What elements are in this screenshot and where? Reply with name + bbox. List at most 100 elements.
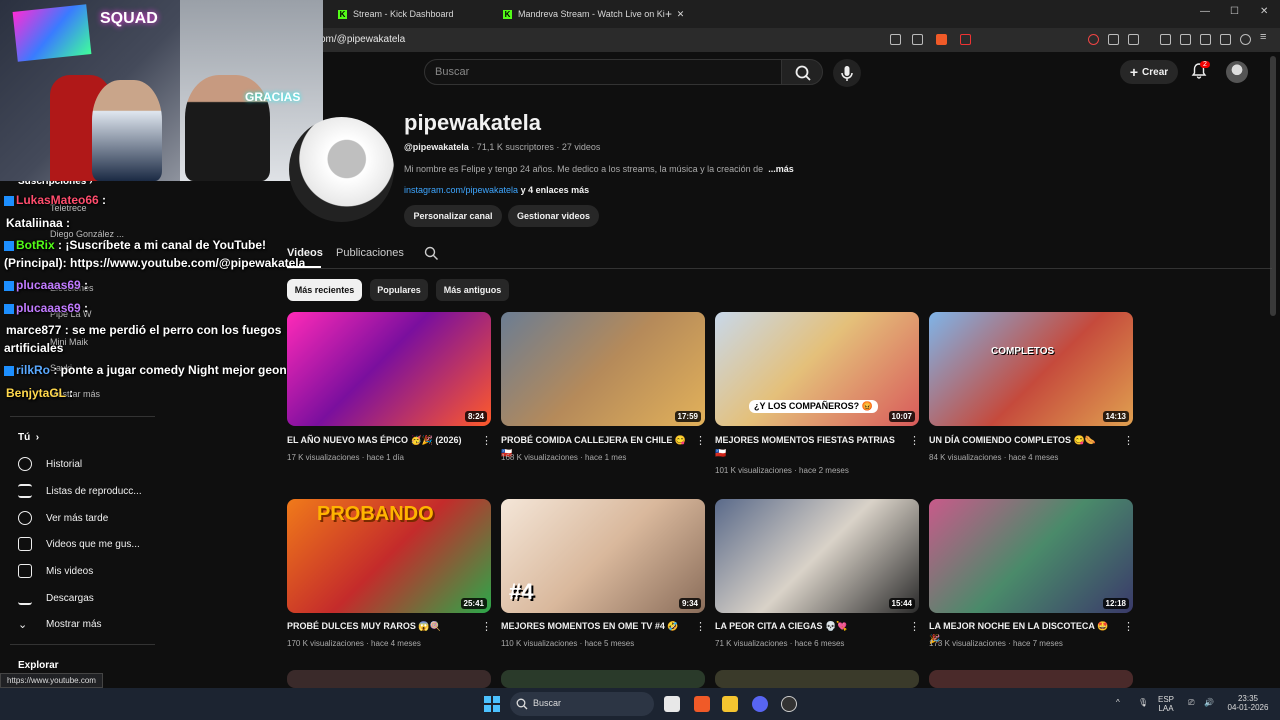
video-meta: 17 K visualizaciones · hace 1 día [287, 453, 404, 462]
divider [10, 644, 155, 645]
tray-chevron-icon[interactable]: ^ [1116, 698, 1120, 707]
tab-kick-dashboard[interactable]: K Stream - Kick Dashboard [338, 4, 454, 24]
tab-label: Stream - Kick Dashboard [353, 9, 454, 19]
leo-icon[interactable] [1220, 34, 1231, 45]
sidebar-item-history[interactable]: Historial [18, 454, 82, 474]
vpn-icon[interactable] [1240, 34, 1251, 45]
share-icon[interactable] [912, 34, 923, 45]
discord-icon[interactable] [752, 696, 768, 712]
video-thumbnail[interactable]: 17:59 [501, 312, 705, 426]
thumbnail-caption: ¿Y LOS COMPAÑEROS? 😡 [749, 400, 878, 413]
maximize-button[interactable]: ☐ [1230, 6, 1239, 17]
search-input[interactable]: Buscar [424, 59, 782, 85]
video-thumbnail[interactable] [715, 670, 919, 688]
channel-avatar[interactable] [289, 117, 394, 222]
account-avatar[interactable] [1226, 61, 1248, 83]
voice-search-button[interactable] [833, 59, 861, 87]
sidebar-item-watch-later[interactable]: Ver más tarde [18, 508, 108, 528]
brave-browser-icon[interactable] [694, 696, 710, 712]
video-title[interactable]: MEJORES MOMENTOS EN OME TV #4 🤣 [501, 620, 687, 633]
customize-channel-button[interactable]: Personalizar canal [404, 205, 502, 227]
task-view-icon[interactable] [664, 696, 680, 712]
video-thumbnail[interactable]: PROBANDO 25:41 [287, 499, 491, 613]
search-button[interactable] [781, 59, 823, 85]
cast-icon[interactable] [890, 34, 901, 45]
channel-links[interactable]: instagram.com/pipewakatela y 4 enlaces m… [404, 185, 589, 195]
video-title[interactable]: PROBÉ DULCES MUY RAROS 😱🍭 [287, 620, 473, 633]
chat-message: LukasMateo66 : [4, 193, 106, 207]
create-button[interactable]: + Crear [1120, 60, 1178, 84]
chat-message: artificiales [4, 341, 64, 355]
you-header[interactable]: Tú › [18, 432, 39, 443]
sidebar-item-playlists[interactable]: Listas de reproducc... [18, 481, 142, 501]
video-thumbnail[interactable]: 12:18 [929, 499, 1133, 613]
close-window-button[interactable]: ✕ [1260, 6, 1268, 17]
file-explorer-icon[interactable] [722, 696, 738, 712]
video-thumbnail[interactable]: 15:44 [715, 499, 919, 613]
sidebar-item-show-more[interactable]: ⌄ Mostrar más [18, 614, 102, 634]
windows-start-icon[interactable] [484, 696, 500, 712]
brave-rewards-icon[interactable] [960, 34, 971, 45]
more-vert-icon[interactable]: ⋮ [1123, 434, 1134, 447]
more-vert-icon[interactable]: ⋮ [481, 620, 492, 633]
sidebar-item-liked-videos[interactable]: Videos que me gus... [18, 534, 140, 554]
more-vert-icon[interactable]: ⋮ [695, 434, 706, 447]
menu-icon[interactable]: ≡ [1260, 31, 1271, 43]
chat-message: BenjytaGL : [6, 386, 74, 400]
language-indicator[interactable]: ESP LAA [1158, 695, 1174, 713]
video-thumbnail[interactable] [287, 670, 491, 688]
mic-tray-icon[interactable]: 🎙 [1138, 698, 1148, 707]
manage-videos-button[interactable]: Gestionar videos [508, 205, 599, 227]
network-icon[interactable]: ⎚ [1188, 698, 1194, 708]
sidebar-icon[interactable] [1180, 34, 1191, 45]
more-vert-icon[interactable]: ⋮ [481, 434, 492, 447]
clock[interactable]: 23:35 04-01-2026 [1226, 694, 1270, 712]
brave-shield-icon[interactable] [936, 34, 947, 45]
chat-message: Kataliinaa : [6, 216, 71, 230]
video-thumbnail[interactable]: 8:24 [287, 312, 491, 426]
badge-icon [4, 365, 14, 376]
more-vert-icon[interactable]: ⋮ [1123, 620, 1134, 633]
video-title[interactable]: MEJORES MOMENTOS FIESTAS PATRIAS 🇨🇱 [715, 434, 895, 460]
taskbar-search[interactable]: Buscar [510, 692, 654, 716]
video-thumbnail[interactable] [501, 670, 705, 688]
tab-mandreva-stream[interactable]: K Mandreva Stream - Watch Live on Ki ✕ [503, 4, 684, 24]
media-icon[interactable] [1160, 34, 1171, 45]
url-field[interactable]: om/@pipewakatela [320, 34, 405, 45]
close-tab-icon[interactable]: ✕ [677, 9, 685, 20]
webcam-overlay: SQUAD GRACIAS [0, 0, 323, 181]
channel-description[interactable]: Mi nombre es Felipe y tengo 24 años. Me … [404, 164, 794, 174]
video-title[interactable]: UN DÍA COMIENDO COMPLETOS 😋🌭 [929, 434, 1115, 447]
obs-icon[interactable] [781, 696, 797, 712]
new-tab-button[interactable]: + [665, 4, 672, 24]
extensions-icon[interactable] [1108, 34, 1119, 45]
chip-popular[interactable]: Populares [370, 279, 428, 301]
video-duration: 8:24 [464, 411, 487, 422]
record-icon[interactable] [1088, 34, 1099, 45]
sidebar-item-downloads[interactable]: Descargas [18, 588, 94, 608]
video-title[interactable]: EL AÑO NUEVO MAS ÉPICO 🥳🎉 (2026) [287, 434, 473, 447]
chat-message: plucaaas69 : [4, 301, 88, 315]
screenshot-icon[interactable] [1128, 34, 1139, 45]
chip-most-recent[interactable]: Más recientes [287, 279, 362, 301]
scrollbar[interactable] [1270, 56, 1276, 316]
tab-posts[interactable]: Publicaciones [336, 247, 404, 259]
video-thumbnail[interactable] [929, 670, 1133, 688]
minimize-button[interactable]: — [1200, 6, 1210, 17]
volume-icon[interactable]: 🔊 [1204, 698, 1214, 707]
badge-icon [4, 303, 14, 314]
chat-message: (Principal): https://www.youtube.com/@pi… [4, 256, 306, 270]
more-vert-icon[interactable]: ⋮ [909, 434, 920, 447]
more-vert-icon[interactable]: ⋮ [695, 620, 706, 633]
sidebar-item-my-videos[interactable]: Mis videos [18, 561, 93, 581]
video-title[interactable]: LA PEOR CITA A CIEGAS 💀💘 [715, 620, 901, 633]
chip-oldest[interactable]: Más antiguos [436, 279, 509, 301]
channel-search-icon[interactable] [424, 246, 439, 261]
more-vert-icon[interactable]: ⋮ [909, 620, 920, 633]
tab-videos[interactable]: Videos [287, 247, 323, 259]
video-thumbnail[interactable]: COMPLETOS 14:13 [929, 312, 1133, 426]
chat-message: marce877 : se me perdió el perro con los… [6, 323, 282, 337]
video-thumbnail[interactable]: ¿Y LOS COMPAÑEROS? 😡 10:07 [715, 312, 919, 426]
video-thumbnail[interactable]: #4 9:34 [501, 499, 705, 613]
wallet-icon[interactable] [1200, 34, 1211, 45]
